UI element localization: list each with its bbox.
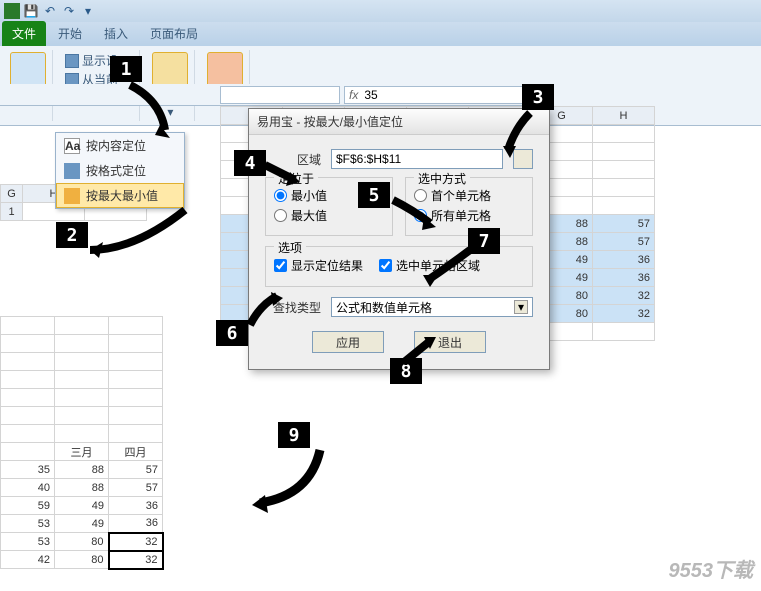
callout-1: 1 — [110, 56, 142, 82]
radio-first-cell[interactable]: 首个单元格 — [414, 187, 524, 204]
exit-button[interactable]: 退出 — [414, 331, 486, 353]
row-header-1[interactable]: 1 — [1, 203, 23, 221]
ribbon-tabs: 文件 开始 插入 页面布局 — [0, 22, 761, 46]
col-g[interactable]: G — [1, 185, 23, 203]
callout-3: 3 — [522, 84, 554, 110]
type-label: 查找类型 — [265, 299, 321, 316]
content-icon: Aa — [64, 138, 80, 154]
callout-2: 2 — [56, 222, 88, 248]
callout-6: 6 — [216, 320, 248, 346]
qat-dropdown-icon[interactable]: ▾ — [80, 3, 96, 19]
format-icon — [64, 163, 80, 179]
table-row[interactable]: 594936 — [1, 497, 163, 515]
tab-insert[interactable]: 插入 — [94, 21, 138, 46]
spotlight-icon[interactable] — [10, 52, 46, 88]
save-icon[interactable]: 💾 — [23, 3, 39, 19]
excel-icon — [4, 3, 20, 19]
tab-file[interactable]: 文件 — [2, 21, 46, 46]
fx-icon: fx — [349, 88, 358, 102]
area-label: 区域 — [265, 151, 321, 168]
tab-layout[interactable]: 页面布局 — [140, 21, 208, 46]
table-row[interactable]: 538032 — [1, 533, 163, 551]
chevron-down-icon: ▾ — [514, 300, 528, 314]
watermark: 9553下载 — [669, 554, 754, 583]
convert-icon[interactable] — [207, 52, 243, 88]
options-legend: 选项 — [274, 239, 306, 256]
callout-4: 4 — [234, 150, 266, 176]
dialog-title: 易用宝 - 按最大/最小值定位 — [249, 109, 549, 135]
redo-icon[interactable]: ↷ — [61, 3, 77, 19]
table-row[interactable]: 408857 — [1, 479, 163, 497]
locate-icon[interactable] — [152, 52, 188, 87]
minmax-icon — [64, 188, 80, 204]
table-row[interactable]: 358857 — [1, 461, 163, 479]
minmax-dialog: 易用宝 - 按最大/最小值定位 区域 定位于 最小值 最大值 选中方式 首个单元… — [248, 108, 550, 370]
selmode-legend: 选中方式 — [414, 170, 470, 187]
name-box[interactable] — [220, 86, 340, 104]
callout-9: 9 — [278, 422, 310, 448]
callout-7: 7 — [468, 228, 500, 254]
bottom-sheet: 三月四月 358857 408857 594936 534936 538032 … — [0, 316, 164, 570]
area-input[interactable] — [331, 149, 503, 169]
titlebar: 💾 ↶ ↷ ▾ — [0, 0, 761, 22]
radio-all-cells[interactable]: 所有单元格 — [414, 207, 524, 224]
formula-value: 35 — [364, 88, 377, 102]
settings-icon — [65, 54, 79, 68]
locate-legend: 定位于 — [274, 170, 318, 187]
apply-button[interactable]: 应用 — [312, 331, 384, 353]
table-row[interactable]: 428032 — [1, 551, 163, 569]
callout-8: 8 — [390, 358, 422, 384]
locate-dropdown-menu: Aa按内容定位 按格式定位 按最大最小值 — [55, 132, 185, 209]
formula-input[interactable]: fx 35 — [344, 86, 536, 104]
check-show-result[interactable]: 显示定位结果 — [274, 257, 363, 274]
col-h[interactable]: H — [593, 107, 655, 125]
undo-icon[interactable]: ↶ — [42, 3, 58, 19]
bottom-grid[interactable]: 三月四月 358857 408857 594936 534936 538032 … — [0, 316, 164, 570]
menu-by-content[interactable]: Aa按内容定位 — [56, 133, 184, 158]
menu-by-minmax[interactable]: 按最大最小值 — [56, 183, 184, 208]
type-combo[interactable]: 公式和数值单元格 ▾ — [331, 297, 533, 317]
check-sel-range[interactable]: 选中单元格区域 — [379, 257, 480, 274]
radio-max[interactable]: 最大值 — [274, 207, 384, 224]
formula-bar: fx 35 — [0, 84, 540, 106]
menu-by-format[interactable]: 按格式定位 — [56, 158, 184, 183]
table-row[interactable]: 三月四月 — [1, 443, 163, 461]
range-picker-button[interactable] — [513, 149, 533, 169]
table-row[interactable]: 534936 — [1, 515, 163, 533]
callout-5: 5 — [358, 182, 390, 208]
tab-start[interactable]: 开始 — [48, 21, 92, 46]
